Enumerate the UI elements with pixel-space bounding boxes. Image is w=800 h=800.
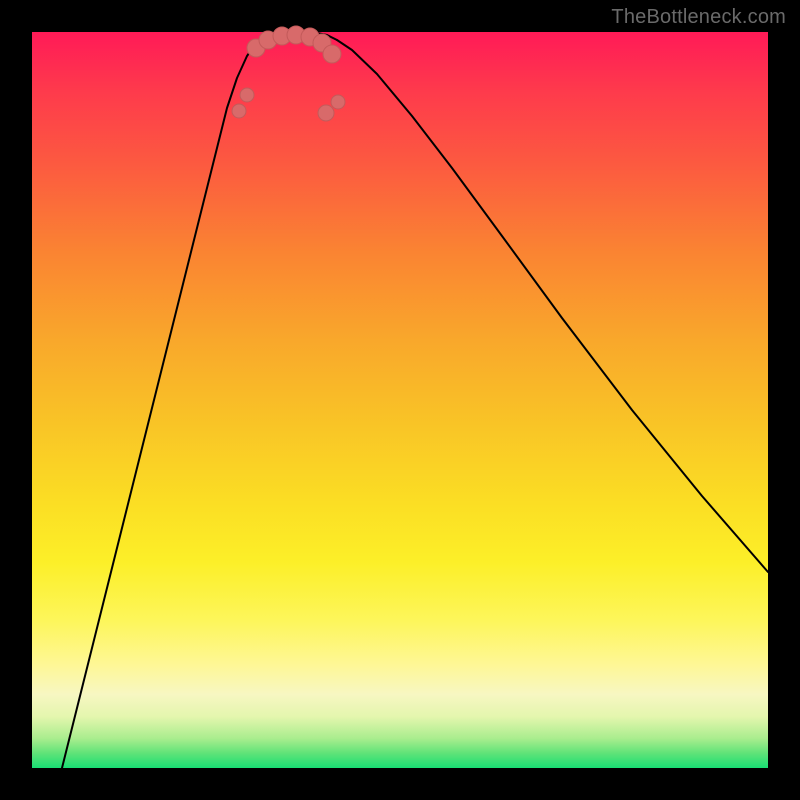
curve-right <box>337 40 768 572</box>
curve-left <box>62 35 267 768</box>
valley-dot <box>323 45 341 63</box>
valley-dots <box>232 26 345 121</box>
valley-dot <box>240 88 254 102</box>
curve-layer <box>32 32 768 768</box>
valley-dot <box>318 105 334 121</box>
chart-stage: TheBottleneck.com <box>0 0 800 800</box>
plot-area <box>32 32 768 768</box>
watermark-text: TheBottleneck.com <box>611 6 786 29</box>
valley-dot <box>331 95 345 109</box>
valley-dot <box>232 104 246 118</box>
